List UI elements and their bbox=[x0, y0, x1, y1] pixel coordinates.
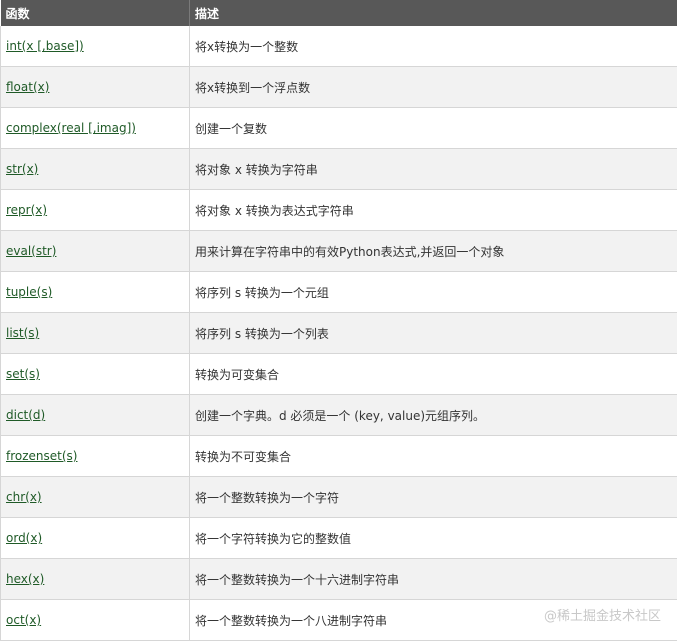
table-row: list(s) 将序列 s 转换为一个列表 bbox=[1, 313, 677, 354]
table-row: repr(x) 将对象 x 转换为表达式字符串 bbox=[1, 190, 677, 231]
table-row: int(x [,base]) 将x转换为一个整数 bbox=[1, 26, 677, 67]
header-function: 函数 bbox=[1, 0, 190, 26]
function-cell: frozenset(s) bbox=[1, 436, 190, 477]
table-row: float(x) 将x转换到一个浮点数 bbox=[1, 67, 677, 108]
function-cell: complex(real [,imag]) bbox=[1, 108, 190, 149]
description-cell: 将对象 x 转换为字符串 bbox=[190, 149, 677, 190]
function-link[interactable]: frozenset(s) bbox=[6, 449, 77, 463]
header-description: 描述 bbox=[190, 0, 677, 26]
description-cell: 创建一个复数 bbox=[190, 108, 677, 149]
table-row: complex(real [,imag]) 创建一个复数 bbox=[1, 108, 677, 149]
functions-table: 函数 描述 int(x [,base]) 将x转换为一个整数 float(x) 将x转… bbox=[0, 0, 677, 641]
table-row: frozenset(s) 转换为不可变集合 bbox=[1, 436, 677, 477]
function-link[interactable]: dict(d) bbox=[6, 408, 45, 422]
function-cell: dict(d) bbox=[1, 395, 190, 436]
table-row: str(x) 将对象 x 转换为字符串 bbox=[1, 149, 677, 190]
watermark: @稀土掘金技术社区 bbox=[544, 605, 661, 624]
function-cell: tuple(s) bbox=[1, 272, 190, 313]
table-row: eval(str) 用来计算在字符串中的有效Python表达式,并返回一个对象 bbox=[1, 231, 677, 272]
function-link[interactable]: chr(x) bbox=[6, 490, 42, 504]
function-link[interactable]: oct(x) bbox=[6, 613, 41, 627]
table-row: chr(x) 将一个整数转换为一个字符 bbox=[1, 477, 677, 518]
table-row: set(s) 转换为可变集合 bbox=[1, 354, 677, 395]
function-cell: list(s) bbox=[1, 313, 190, 354]
header-row: 函数 描述 bbox=[1, 0, 677, 26]
description-cell: 创建一个字典。d 必须是一个 (key, value)元组序列。 bbox=[190, 395, 677, 436]
description-cell: 将序列 s 转换为一个元组 bbox=[190, 272, 677, 313]
function-cell: repr(x) bbox=[1, 190, 190, 231]
function-cell: float(x) bbox=[1, 67, 190, 108]
description-cell: 将一个整数转换为一个字符 bbox=[190, 477, 677, 518]
function-cell: int(x [,base]) bbox=[1, 26, 190, 67]
function-link[interactable]: complex(real [,imag]) bbox=[6, 121, 136, 135]
description-cell: 将x转换到一个浮点数 bbox=[190, 67, 677, 108]
description-cell: 将一个字符转换为它的整数值 bbox=[190, 518, 677, 559]
function-link[interactable]: float(x) bbox=[6, 80, 49, 94]
table-header: 函数 描述 bbox=[1, 0, 677, 26]
table-row: tuple(s) 将序列 s 转换为一个元组 bbox=[1, 272, 677, 313]
function-cell: str(x) bbox=[1, 149, 190, 190]
description-cell: 将对象 x 转换为表达式字符串 bbox=[190, 190, 677, 231]
description-cell: 将x转换为一个整数 bbox=[190, 26, 677, 67]
function-link[interactable]: eval(str) bbox=[6, 244, 56, 258]
description-cell: 将一个整数转换为一个十六进制字符串 bbox=[190, 559, 677, 600]
function-link[interactable]: ord(x) bbox=[6, 531, 42, 545]
function-cell: oct(x) bbox=[1, 600, 190, 641]
table-body: int(x [,base]) 将x转换为一个整数 float(x) 将x转换到一个浮点… bbox=[1, 26, 677, 641]
function-cell: set(s) bbox=[1, 354, 190, 395]
description-cell: 将序列 s 转换为一个列表 bbox=[190, 313, 677, 354]
description-cell: 用来计算在字符串中的有效Python表达式,并返回一个对象 bbox=[190, 231, 677, 272]
table-row: ord(x) 将一个字符转换为它的整数值 bbox=[1, 518, 677, 559]
function-cell: ord(x) bbox=[1, 518, 190, 559]
description-cell: 转换为不可变集合 bbox=[190, 436, 677, 477]
function-link[interactable]: hex(x) bbox=[6, 572, 44, 586]
function-link[interactable]: tuple(s) bbox=[6, 285, 52, 299]
table-row: dict(d) 创建一个字典。d 必须是一个 (key, value)元组序列。 bbox=[1, 395, 677, 436]
description-cell: 转换为可变集合 bbox=[190, 354, 677, 395]
function-cell: eval(str) bbox=[1, 231, 190, 272]
table-row: hex(x) 将一个整数转换为一个十六进制字符串 bbox=[1, 559, 677, 600]
function-cell: chr(x) bbox=[1, 477, 190, 518]
function-link[interactable]: int(x [,base]) bbox=[6, 39, 84, 53]
function-link[interactable]: str(x) bbox=[6, 162, 38, 176]
function-link[interactable]: repr(x) bbox=[6, 203, 47, 217]
function-link[interactable]: set(s) bbox=[6, 367, 40, 381]
function-link[interactable]: list(s) bbox=[6, 326, 39, 340]
function-cell: hex(x) bbox=[1, 559, 190, 600]
